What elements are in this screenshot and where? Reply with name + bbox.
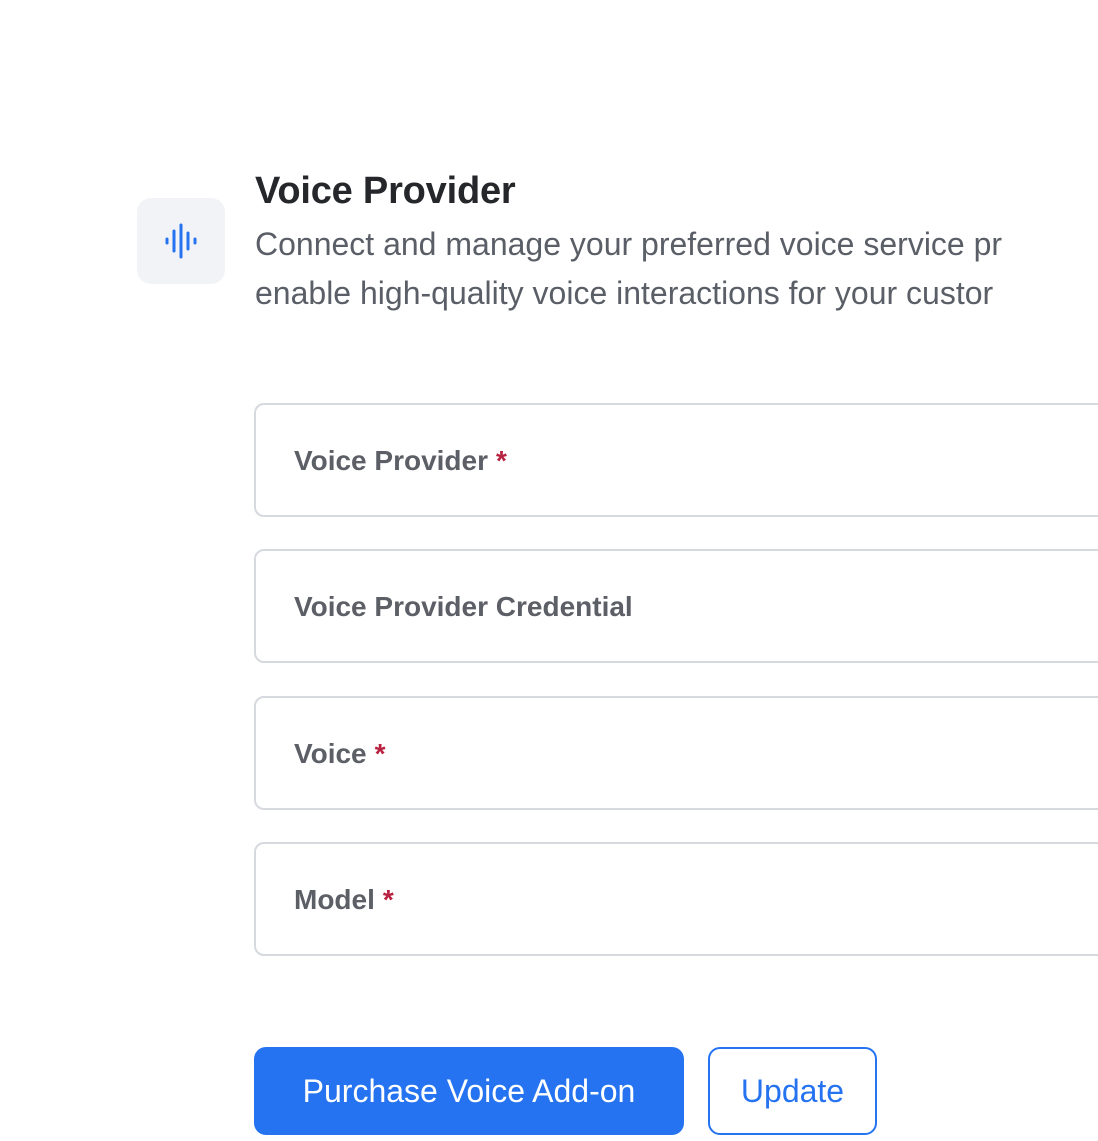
model-select[interactable]: Model * bbox=[254, 842, 1098, 956]
model-label: Model * bbox=[294, 884, 394, 916]
section-title: Voice Provider bbox=[255, 170, 516, 212]
section-description-line-2: enable high-quality voice interactions f… bbox=[255, 275, 994, 311]
voice-icon-tile bbox=[137, 198, 225, 284]
section-description-line-1: Connect and manage your preferred voice … bbox=[255, 226, 1003, 262]
section-description: Connect and manage your preferred voice … bbox=[255, 220, 1098, 318]
purchase-voice-addon-button[interactable]: Purchase Voice Add-on bbox=[254, 1047, 684, 1135]
voice-provider-credential-label-text: Voice Provider Credential bbox=[294, 591, 633, 622]
voice-provider-settings-page: Voice Provider Connect and manage your p… bbox=[0, 0, 1098, 1141]
required-marker: * bbox=[382, 884, 394, 915]
voice-provider-label: Voice Provider * bbox=[294, 445, 507, 477]
voice-select[interactable]: Voice * bbox=[254, 696, 1098, 810]
voice-label: Voice * bbox=[294, 738, 386, 770]
required-marker: * bbox=[374, 738, 386, 769]
voice-label-text: Voice bbox=[294, 738, 367, 769]
voice-provider-credential-select[interactable]: Voice Provider Credential bbox=[254, 549, 1098, 663]
update-button[interactable]: Update bbox=[708, 1047, 877, 1135]
model-label-text: Model bbox=[294, 884, 375, 915]
required-marker: * bbox=[496, 445, 507, 476]
audio-waveform-icon bbox=[165, 223, 197, 259]
voice-provider-label-text: Voice Provider bbox=[294, 445, 489, 476]
voice-provider-credential-label: Voice Provider Credential bbox=[294, 591, 641, 623]
voice-provider-select[interactable]: Voice Provider * bbox=[254, 403, 1098, 517]
